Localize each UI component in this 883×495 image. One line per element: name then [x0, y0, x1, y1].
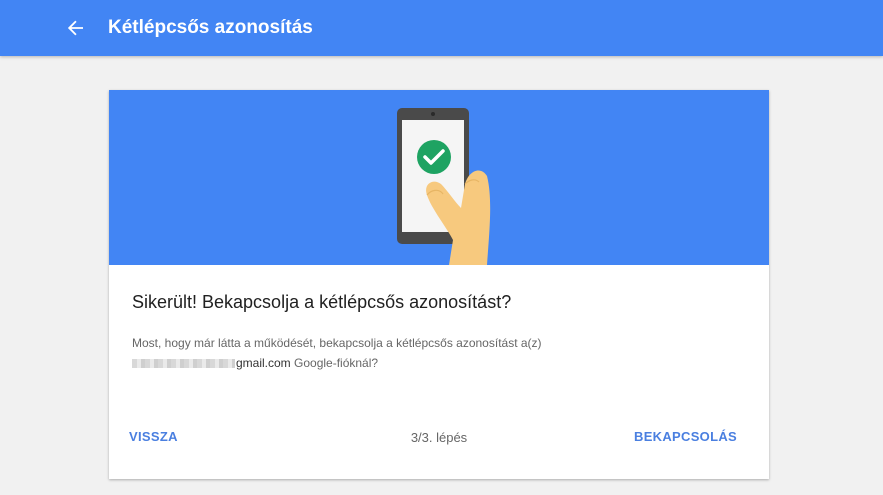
- confirmation-card: Sikerült! Bekapcsolja a kétlépcsős azono…: [109, 90, 769, 479]
- email-domain: gmail.com: [236, 356, 291, 370]
- turn-on-button[interactable]: BEKAPCSOLÁS: [634, 428, 737, 446]
- illustration-banner: [109, 90, 769, 265]
- back-button[interactable]: [62, 14, 90, 42]
- arrow-back-icon: [67, 20, 83, 36]
- page-title: Kétlépcsős azonosítás: [108, 17, 313, 38]
- redacted-email-username: [132, 359, 235, 369]
- card-description: Most, hogy már látta a működését, bekapc…: [132, 333, 732, 373]
- card-heading: Sikerült! Bekapcsolja a kétlépcsős azono…: [132, 292, 512, 312]
- phone-with-checkmark-illustration: [397, 108, 491, 265]
- app-header: Kétlépcsős azonosítás: [0, 0, 883, 56]
- description-suffix: Google-fióknál?: [290, 356, 379, 370]
- description-line: Most, hogy már látta a működését, bekapc…: [132, 336, 542, 350]
